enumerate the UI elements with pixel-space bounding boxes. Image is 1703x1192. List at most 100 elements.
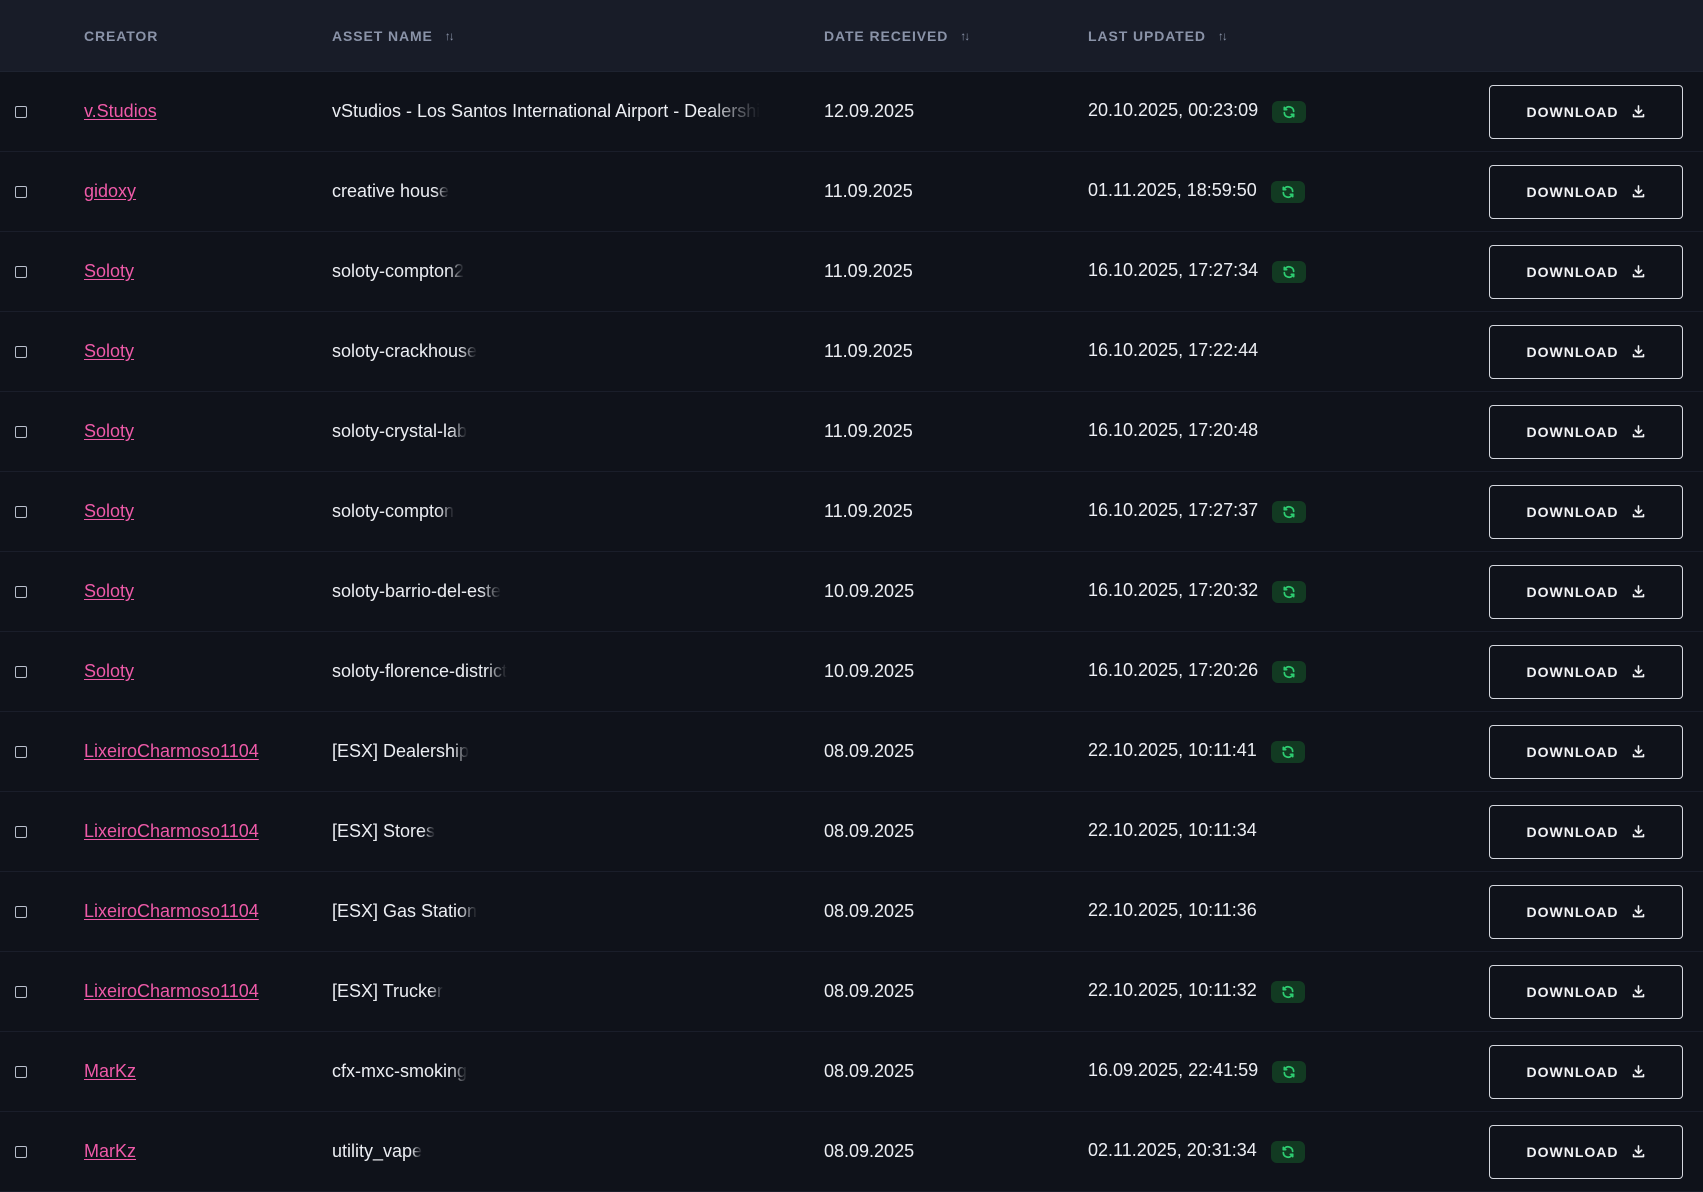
asset-name: cfx-mxc-smoking <box>332 1061 468 1081</box>
row-checkbox[interactable] <box>15 505 27 518</box>
creator-cell: Soloty <box>84 392 134 471</box>
date-cell: 08.09.2025 <box>824 872 914 951</box>
creator-link[interactable]: Soloty <box>84 261 134 282</box>
download-icon <box>1631 664 1646 679</box>
table-row: Soloty soloty-compton2 11.09.2025 16.10.202… <box>0 232 1703 312</box>
row-checkbox[interactable] <box>15 1065 27 1078</box>
action-cell: DOWNLOAD <box>1489 952 1683 1031</box>
last-updated: 22.10.2025, 10:11:34 <box>1088 820 1257 840</box>
creator-link[interactable]: MarKz <box>84 1141 136 1162</box>
row-checkbox[interactable] <box>15 585 27 598</box>
sort-arrows-icon[interactable]: ↑↓ <box>960 29 970 43</box>
creator-link[interactable]: LixeiroCharmoso1104 <box>84 901 259 922</box>
download-button[interactable]: DOWNLOAD <box>1489 724 1683 779</box>
sort-arrows-icon[interactable]: ↑↓ <box>1218 29 1228 43</box>
header-last-updated[interactable]: LAST UPDATED ↑↓ <box>1088 0 1228 71</box>
row-checkbox[interactable] <box>15 265 27 278</box>
table-row: Soloty soloty-barrio-del-este 10.09.2025 16… <box>0 552 1703 632</box>
action-cell: DOWNLOAD <box>1489 792 1683 871</box>
creator-cell: LixeiroCharmoso1104 <box>84 872 259 951</box>
download-button[interactable]: DOWNLOAD <box>1489 564 1683 619</box>
table-row: LixeiroCharmoso1104 [ESX] Dealership 08.09… <box>0 712 1703 792</box>
date-received: 08.09.2025 <box>824 981 915 1001</box>
creator-link[interactable]: v.Studios <box>84 101 157 122</box>
asset-name: utility_vape <box>332 1141 423 1161</box>
asset-name: vStudios - Los Santos International Airp… <box>332 101 760 121</box>
download-icon <box>1631 104 1646 119</box>
updated-cell: 02.11.2025, 20:31:34 <box>1088 1112 1305 1191</box>
date-cell: 11.09.2025 <box>824 232 913 311</box>
date-cell: 11.09.2025 <box>824 312 913 391</box>
download-label: DOWNLOAD <box>1526 743 1619 760</box>
asset-cell: cfx-mxc-smoking <box>332 1032 760 1111</box>
row-checkbox[interactable] <box>15 665 27 678</box>
download-button[interactable]: DOWNLOAD <box>1489 1044 1683 1099</box>
table-row: LixeiroCharmoso1104 [ESX] Stores 08.09.202… <box>0 792 1703 872</box>
action-cell: DOWNLOAD <box>1489 472 1683 551</box>
header-date-received[interactable]: DATE RECEIVED ↑↓ <box>824 0 970 71</box>
last-updated: 01.11.2025, 18:59:50 <box>1088 180 1257 200</box>
download-label: DOWNLOAD <box>1526 823 1619 840</box>
header-asset-name[interactable]: ASSET NAME ↑↓ <box>332 0 455 71</box>
row-checkbox[interactable] <box>15 105 27 118</box>
asset-cell: soloty-florence-district <box>332 632 760 711</box>
download-button[interactable]: DOWNLOAD <box>1489 964 1683 1019</box>
updated-cell: 22.10.2025, 10:11:34 <box>1088 792 1257 871</box>
action-cell: DOWNLOAD <box>1489 712 1683 791</box>
action-cell: DOWNLOAD <box>1489 1112 1683 1191</box>
row-checkbox[interactable] <box>15 345 27 358</box>
download-icon <box>1631 1064 1646 1079</box>
row-checkbox[interactable] <box>15 425 27 438</box>
download-button[interactable]: DOWNLOAD <box>1489 244 1683 299</box>
row-checkbox[interactable] <box>15 1145 27 1158</box>
creator-link[interactable]: gidoxy <box>84 181 136 202</box>
date-received: 08.09.2025 <box>824 1061 915 1081</box>
row-checkbox[interactable] <box>15 905 27 918</box>
refresh-icon <box>1270 980 1305 1003</box>
row-checkbox[interactable] <box>15 985 27 998</box>
updated-cell: 16.10.2025, 17:22:44 <box>1088 312 1258 391</box>
download-button[interactable]: DOWNLOAD <box>1489 484 1683 539</box>
row-select <box>15 1112 27 1191</box>
last-updated: 16.10.2025, 17:22:44 <box>1088 340 1259 360</box>
download-label: DOWNLOAD <box>1526 103 1619 120</box>
date-cell: 08.09.2025 <box>824 792 914 871</box>
creator-link[interactable]: Soloty <box>84 581 134 602</box>
row-checkbox[interactable] <box>15 185 27 198</box>
creator-link[interactable]: Soloty <box>84 501 134 522</box>
action-cell: DOWNLOAD <box>1489 632 1683 711</box>
row-select <box>15 952 27 1031</box>
download-button[interactable]: DOWNLOAD <box>1489 1124 1683 1179</box>
date-cell: 08.09.2025 <box>824 1032 914 1111</box>
asset-name: [ESX] Dealership <box>332 741 470 761</box>
date-cell: 08.09.2025 <box>824 1112 914 1191</box>
creator-link[interactable]: LixeiroCharmoso1104 <box>84 741 259 762</box>
creator-link[interactable]: Soloty <box>84 341 134 362</box>
creator-link[interactable]: LixeiroCharmoso1104 <box>84 821 259 842</box>
download-button[interactable]: DOWNLOAD <box>1489 404 1683 459</box>
row-select <box>15 472 27 551</box>
creator-link[interactable]: Soloty <box>84 421 134 442</box>
asset-name: creative house <box>332 181 450 201</box>
row-checkbox[interactable] <box>15 825 27 838</box>
download-label: DOWNLOAD <box>1526 1063 1619 1080</box>
row-select <box>15 312 27 391</box>
creator-link[interactable]: LixeiroCharmoso1104 <box>84 981 259 1002</box>
download-button[interactable]: DOWNLOAD <box>1489 884 1683 939</box>
asset-cell: utility_vape <box>332 1112 760 1191</box>
download-label: DOWNLOAD <box>1526 983 1619 1000</box>
creator-link[interactable]: MarKz <box>84 1061 136 1082</box>
updated-cell: 20.10.2025, 00:23:09 <box>1088 72 1307 151</box>
download-button[interactable]: DOWNLOAD <box>1489 324 1683 379</box>
creator-cell: Soloty <box>84 232 134 311</box>
download-button[interactable]: DOWNLOAD <box>1489 644 1683 699</box>
download-button[interactable]: DOWNLOAD <box>1489 84 1683 139</box>
date-received: 11.09.2025 <box>824 341 913 361</box>
action-cell: DOWNLOAD <box>1489 1032 1683 1111</box>
download-button[interactable]: DOWNLOAD <box>1489 804 1683 859</box>
creator-link[interactable]: Soloty <box>84 661 134 682</box>
download-button[interactable]: DOWNLOAD <box>1489 164 1683 219</box>
last-updated: 16.10.2025, 17:20:48 <box>1088 420 1259 440</box>
row-checkbox[interactable] <box>15 745 27 758</box>
sort-arrows-icon[interactable]: ↑↓ <box>445 29 455 43</box>
